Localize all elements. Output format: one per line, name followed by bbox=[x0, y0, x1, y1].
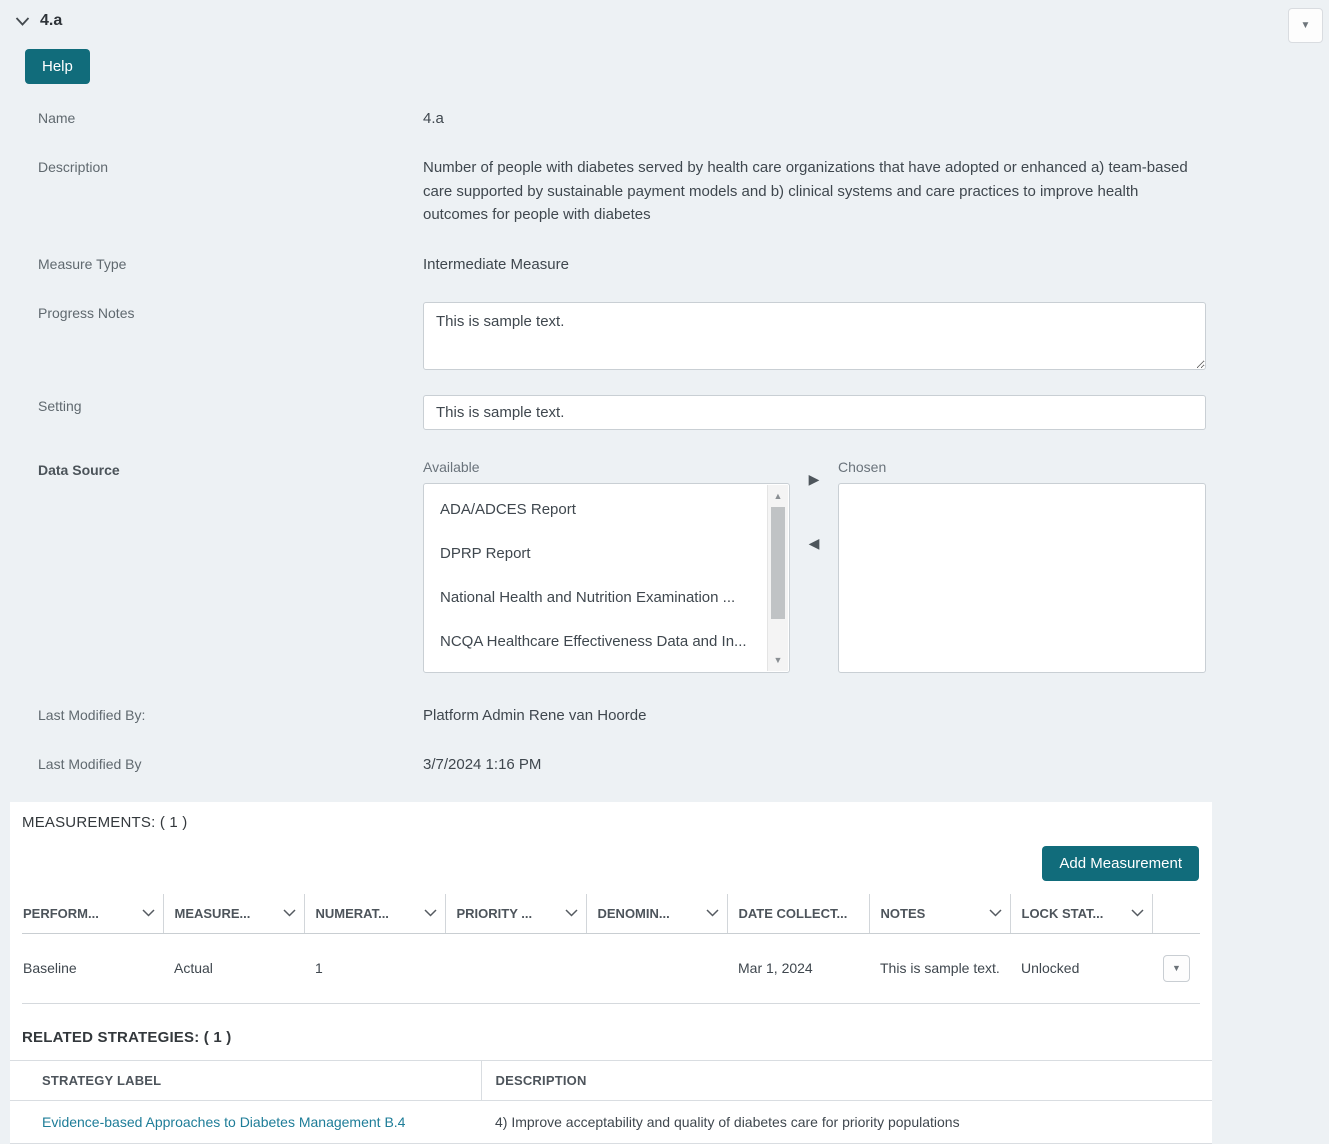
column-header-lock-status[interactable]: LOCK STAT... bbox=[1010, 893, 1153, 934]
strategy-link[interactable]: Evidence-based Approaches to Diabetes Ma… bbox=[42, 1114, 405, 1130]
form-row-measure-type: Measure Type Intermediate Measure bbox=[0, 253, 1329, 276]
last-modified-date-label: Last Modified By bbox=[38, 755, 142, 772]
page-title: 4.a bbox=[40, 12, 63, 29]
filter-chevron-icon bbox=[564, 909, 578, 917]
chosen-label: Chosen bbox=[838, 459, 887, 476]
caret-down-icon: ▼ bbox=[1300, 20, 1311, 31]
form-row-progress-notes: Progress Notes This is sample text. bbox=[0, 302, 1329, 374]
progress-notes-label: Progress Notes bbox=[38, 305, 135, 322]
cell-denominator bbox=[586, 933, 727, 1004]
measurements-card: MEASUREMENTS: ( 1 ) Add Measurement PERF… bbox=[10, 801, 1212, 1144]
form-row-name: Name 4.a bbox=[0, 107, 1329, 130]
cell-strategy-label: Evidence-based Approaches to Diabetes Ma… bbox=[10, 1100, 481, 1144]
name-label: Name bbox=[38, 110, 76, 126]
filter-chevron-icon bbox=[988, 909, 1002, 917]
cell-date-collected: Mar 1, 2024 bbox=[727, 933, 869, 1004]
section-collapse-toggle[interactable]: 4.a bbox=[15, 12, 62, 30]
last-modified-by-label: Last Modified By: bbox=[38, 707, 146, 724]
column-header-numerator[interactable]: NUMERAT... bbox=[304, 893, 446, 934]
description-label: Description bbox=[38, 159, 109, 176]
column-header-actions bbox=[1152, 893, 1200, 934]
section-menu-button[interactable]: ▼ bbox=[1288, 8, 1323, 43]
table-row: Evidence-based Approaches to Diabetes Ma… bbox=[10, 1100, 1212, 1144]
filter-chevron-icon bbox=[282, 909, 296, 917]
filter-chevron-icon bbox=[423, 909, 437, 917]
list-item[interactable]: NCQA Healthcare Effectiveness Data and I… bbox=[424, 621, 789, 665]
related-strategies-header-row: STRATEGY LABEL DESCRIPTION bbox=[10, 1059, 1212, 1101]
transfer-controls: ▶ ◀ bbox=[790, 459, 838, 673]
cell-performance: Baseline bbox=[22, 933, 163, 1004]
list-item[interactable]: ADA/ADCES Report bbox=[424, 489, 789, 533]
column-header-strategy-label[interactable]: STRATEGY LABEL bbox=[10, 1059, 482, 1101]
column-header-notes[interactable]: NOTES bbox=[869, 893, 1011, 934]
related-strategies-title: RELATED STRATEGIES: ( 1 ) bbox=[22, 1028, 232, 1046]
name-value: 4.a bbox=[423, 110, 444, 127]
cell-numerator: 1 bbox=[304, 933, 445, 1004]
cell-lock-status: Unlocked bbox=[1010, 933, 1152, 1004]
chosen-listbox[interactable] bbox=[838, 483, 1206, 674]
cell-strategy-description: 4) Improve acceptability and quality of … bbox=[481, 1100, 1212, 1144]
form-row-data-source: Data Source Available ADA/ADCES Report D… bbox=[0, 459, 1329, 674]
description-value: Number of people with diabetes served by… bbox=[423, 159, 1188, 223]
section-header: 4.a ▼ bbox=[0, 0, 1329, 43]
last-modified-by-value: Platform Admin Rene van Hoorde bbox=[423, 707, 647, 725]
scroll-down-icon[interactable]: ▼ bbox=[768, 651, 788, 669]
available-listbox[interactable]: ADA/ADCES Report DPRP Report National He… bbox=[423, 483, 790, 674]
move-right-icon[interactable]: ▶ bbox=[809, 472, 820, 486]
data-source-dual-list: Available ADA/ADCES Report DPRP Report N… bbox=[423, 459, 1206, 674]
setting-input[interactable] bbox=[423, 395, 1206, 431]
available-list-scrollbar[interactable]: ▲ ▼ bbox=[767, 485, 788, 672]
measure-form: Name 4.a Description Number of people wi… bbox=[0, 107, 1329, 776]
list-item[interactable]: National Health and Nutrition Examinatio… bbox=[424, 577, 789, 621]
filter-chevron-icon bbox=[141, 909, 155, 917]
filter-chevron-icon bbox=[705, 909, 719, 917]
help-button[interactable]: Help bbox=[25, 49, 90, 84]
cell-measure: Actual bbox=[163, 933, 304, 1004]
related-strategies-table: STRATEGY LABEL DESCRIPTION Evidence-base… bbox=[10, 1059, 1212, 1144]
available-label: Available bbox=[423, 459, 480, 476]
cell-notes: This is sample text. bbox=[869, 933, 1010, 1004]
progress-notes-textarea[interactable]: This is sample text. bbox=[423, 302, 1206, 371]
chosen-column: Chosen bbox=[838, 459, 1206, 674]
setting-label: Setting bbox=[38, 398, 82, 415]
column-header-performance[interactable]: PERFORM... bbox=[22, 893, 164, 934]
column-header-denominator[interactable]: DENOMIN... bbox=[586, 893, 728, 934]
chevron-down-icon bbox=[15, 16, 30, 26]
last-modified-date-value: 3/7/2024 1:16 PM bbox=[423, 755, 542, 773]
measure-type-label: Measure Type bbox=[38, 256, 127, 272]
caret-down-icon: ▼ bbox=[1172, 962, 1181, 973]
form-row-last-modified-date: Last Modified By 3/7/2024 1:16 PM bbox=[0, 753, 1329, 776]
table-row: Baseline Actual 1 Mar 1, 2024 This is sa… bbox=[22, 933, 1200, 1004]
filter-chevron-icon bbox=[1130, 909, 1144, 917]
measure-type-value: Intermediate Measure bbox=[423, 256, 569, 273]
column-header-priority[interactable]: PRIORITY ... bbox=[445, 893, 587, 934]
measurements-table: PERFORM... MEASURE... NUMERAT... PRIORIT… bbox=[22, 893, 1200, 1004]
cell-actions: ▼ bbox=[1152, 933, 1200, 1004]
column-header-measure[interactable]: MEASURE... bbox=[163, 893, 305, 934]
cell-priority bbox=[445, 933, 586, 1004]
measurements-title: MEASUREMENTS: ( 1 ) bbox=[22, 813, 188, 831]
move-left-icon[interactable]: ◀ bbox=[809, 536, 820, 550]
available-list-items: ADA/ADCES Report DPRP Report National He… bbox=[424, 484, 789, 665]
form-row-last-modified-by: Last Modified By: Platform Admin Rene va… bbox=[0, 704, 1329, 727]
add-measurement-button[interactable]: Add Measurement bbox=[1042, 845, 1199, 881]
row-menu-button[interactable]: ▼ bbox=[1163, 954, 1190, 982]
column-header-date-collected[interactable]: DATE COLLECT... bbox=[727, 893, 870, 934]
scrollbar-thumb[interactable] bbox=[771, 507, 785, 620]
available-column: Available ADA/ADCES Report DPRP Report N… bbox=[423, 459, 790, 674]
measurements-header-row: PERFORM... MEASURE... NUMERAT... PRIORIT… bbox=[22, 893, 1200, 934]
form-row-description: Description Number of people with diabet… bbox=[0, 156, 1329, 226]
form-row-setting: Setting bbox=[0, 395, 1329, 431]
list-item[interactable]: DPRP Report bbox=[424, 533, 789, 577]
column-header-description[interactable]: DESCRIPTION bbox=[481, 1059, 1212, 1101]
scroll-up-icon[interactable]: ▲ bbox=[768, 487, 788, 505]
data-source-label: Data Source bbox=[38, 462, 120, 479]
